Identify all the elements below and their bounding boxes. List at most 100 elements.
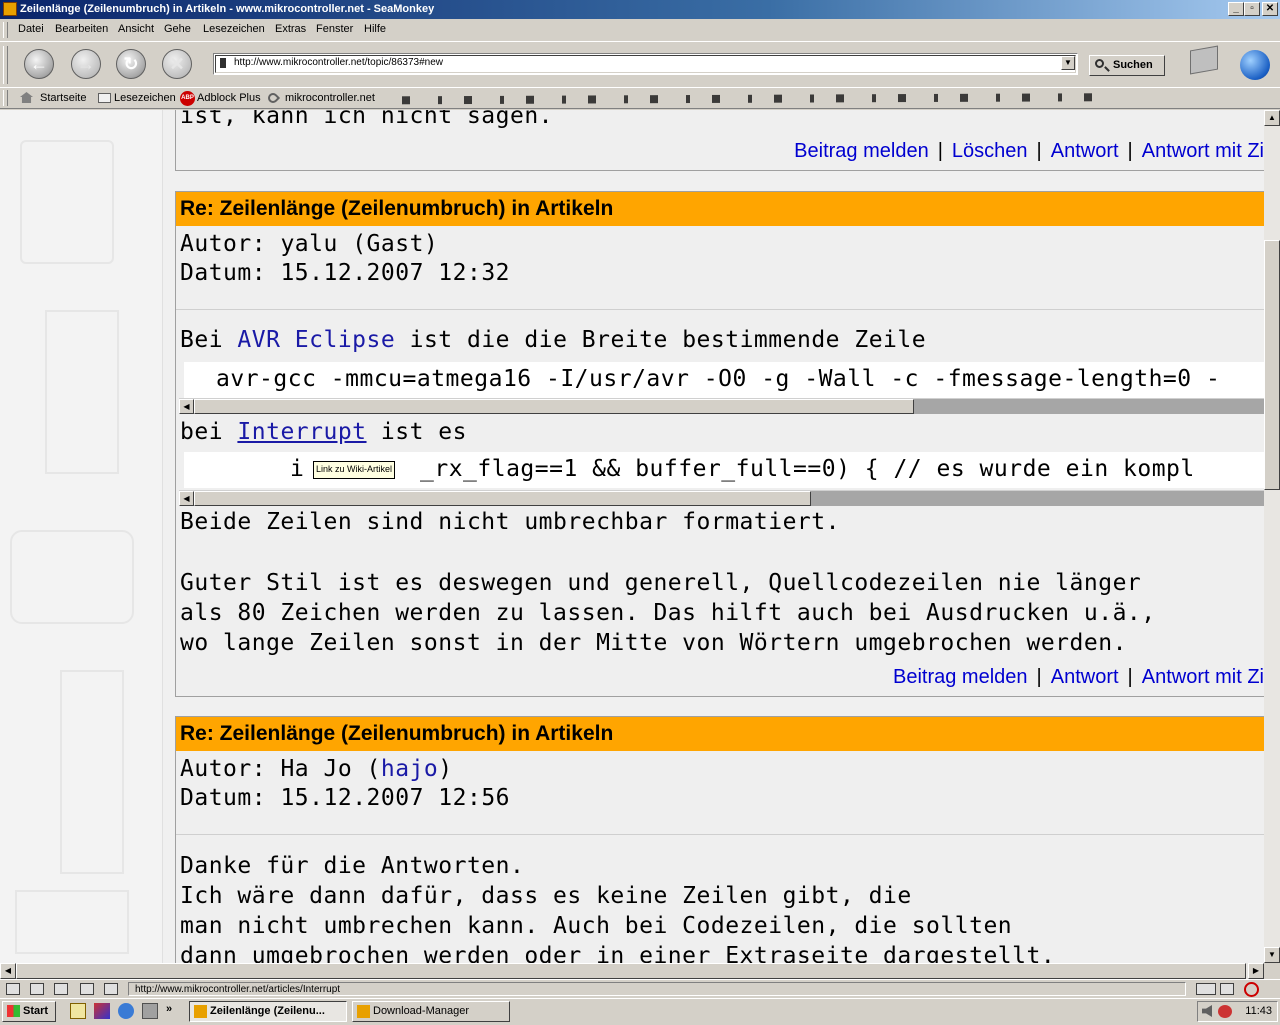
post-date: 15.12.2007 12:32 (280, 260, 511, 286)
vertical-scroll-thumb[interactable] (1264, 240, 1280, 490)
scroll-up-arrow-icon[interactable]: ▲ (1264, 110, 1280, 126)
url-dropdown-button[interactable]: ▼ (1061, 56, 1075, 70)
report-link[interactable]: Beitrag melden (794, 140, 929, 162)
print-icon[interactable] (1190, 45, 1218, 75)
scroll-left-arrow-icon[interactable]: ◀ (179, 491, 194, 506)
site-favicon-icon (220, 58, 226, 68)
text-line: Danke für die Antworten. (180, 853, 525, 879)
menu-ansicht[interactable]: Ansicht (118, 23, 154, 35)
quicklaunch-app-icon[interactable] (94, 1003, 110, 1019)
composer-icon[interactable] (80, 983, 94, 995)
window-title-bar[interactable]: Zeilenlänge (Zeilenumbruch) in Artikeln … (0, 0, 1280, 19)
scroll-thumb[interactable] (194, 491, 811, 506)
popup-blocked-icon[interactable] (1244, 982, 1259, 997)
online-status-icon[interactable] (1196, 983, 1216, 995)
stop-button[interactable]: ✕ (162, 49, 192, 79)
paragraph-2: bei Interrupt ist es (180, 418, 467, 447)
code-line-2b: _rx_flag==1 && buffer_full==0) { // es w… (420, 456, 1195, 482)
menu-hilfe[interactable]: Hilfe (364, 23, 386, 35)
minimize-button[interactable]: _ (1228, 2, 1244, 16)
forward-button[interactable]: → (71, 49, 101, 79)
code-scrollbar-2[interactable]: ◀ (179, 490, 1264, 506)
quicklaunch-desktop-icon[interactable] (142, 1003, 158, 1019)
scroll-left-arrow-icon[interactable]: ◀ (0, 963, 16, 979)
link-tooltip: Link zu Wiki-Artikel (313, 461, 396, 479)
code-line-2a: i (290, 456, 305, 482)
home-icon (20, 92, 33, 103)
scroll-track[interactable] (914, 399, 1264, 414)
text-line: man nicht umbrechen kann. Auch bei Codez… (180, 913, 1013, 939)
task-label: Zeilenlänge (Zeilenu... (210, 1005, 325, 1017)
menu-bearbeiten[interactable]: Bearbeiten (55, 23, 108, 35)
reply-quote-link[interactable]: Antwort mit Zi (1142, 140, 1264, 162)
seamonkey-throbber-icon[interactable] (1240, 50, 1270, 80)
post-meta: Autor: yalu (Gast) Datum: 15.12.2007 12:… (176, 226, 1264, 288)
close-button[interactable]: ✕ (1262, 2, 1278, 16)
scroll-right-arrow-icon[interactable]: ▶ (1248, 963, 1264, 979)
toolbar-grip (3, 46, 8, 84)
addressbook-icon[interactable] (104, 983, 118, 995)
quicklaunch-more-icon[interactable]: » (166, 1003, 172, 1015)
menu-gehe[interactable]: Gehe (164, 23, 191, 35)
post-actions: Beitrag melden | Antwort | Antwort mit Zi (893, 666, 1264, 688)
date-label: Datum: (180, 785, 267, 811)
back-button[interactable]: ← (24, 49, 54, 79)
security-lock-icon[interactable] (1220, 983, 1234, 995)
date-label: Datum: (180, 260, 267, 286)
post-yalu: Re: Zeilenlänge (Zeilenumbruch) in Artik… (175, 191, 1264, 697)
interrupt-link[interactable]: Interrupt (237, 419, 366, 445)
tray-app-icon[interactable] (1218, 1005, 1232, 1018)
scroll-down-arrow-icon[interactable]: ▼ (1264, 947, 1280, 963)
scroll-track[interactable] (811, 491, 1264, 506)
system-tray: 11:43 (1197, 1001, 1278, 1022)
search-button[interactable]: Suchen (1089, 55, 1165, 76)
code-block-1[interactable]: avr-gcc -mmcu=atmega16 -I/usr/avr -O0 -g… (184, 362, 1264, 398)
bookmark-adblock-plus[interactable]: Adblock Plus (197, 92, 261, 104)
scroll-left-arrow-icon[interactable]: ◀ (179, 399, 194, 414)
quicklaunch-editor-icon[interactable] (70, 1003, 86, 1019)
scroll-thumb[interactable] (194, 399, 914, 414)
quicklaunch-ie-icon[interactable] (118, 1003, 134, 1019)
menu-fenster[interactable]: Fenster (316, 23, 353, 35)
volume-icon[interactable] (1202, 1005, 1212, 1017)
horizontal-scrollbar[interactable]: ◀ ▶ (0, 963, 1264, 979)
url-value[interactable]: http://www.mikrocontroller.net/topic/863… (234, 57, 443, 68)
chat-icon[interactable] (54, 983, 68, 995)
task-browser[interactable]: Zeilenlänge (Zeilenu... (189, 1001, 347, 1022)
delete-link[interactable]: Löschen (952, 140, 1028, 162)
menu-extras[interactable]: Extras (275, 23, 306, 35)
start-button[interactable]: Start (2, 1001, 56, 1022)
post-actions: Beitrag melden | Löschen | Antwort | Antwort m… (794, 140, 1264, 162)
reply-link[interactable]: Antwort (1051, 666, 1119, 688)
menu-datei[interactable]: Datei (18, 23, 44, 35)
status-bar: http://www.mikrocontroller.net/articles/… (0, 979, 1280, 999)
author-prefix: Ha Jo ( (280, 756, 381, 782)
bookmark-startseite[interactable]: Startseite (40, 92, 86, 104)
navigator-icon[interactable] (6, 983, 20, 995)
bookmarks-separator-glyphs (380, 93, 1100, 105)
author-link[interactable]: hajo (381, 756, 438, 782)
task-download-manager[interactable]: Download-Manager (352, 1001, 510, 1022)
maximize-button[interactable]: ▫ (1244, 2, 1260, 16)
post-author: yalu (Gast) (280, 231, 439, 257)
report-link[interactable]: Beitrag melden (893, 666, 1028, 688)
vertical-scrollbar[interactable]: ▲ ▼ (1264, 110, 1280, 963)
reply-quote-link[interactable]: Antwort mit Zi (1142, 666, 1264, 688)
bookmark-mikrocontroller[interactable]: mikrocontroller.net (285, 92, 375, 104)
page-content[interactable]: ist, kann ich nicht sagen. Beitrag melde… (0, 110, 1264, 963)
horizontal-scroll-thumb[interactable] (16, 963, 1246, 979)
avr-eclipse-link[interactable]: AVR Eclipse (237, 327, 395, 353)
bookmark-lesezeichen[interactable]: Lesezeichen (114, 92, 176, 104)
text-line: Guter Stil ist es deswegen und generell,… (180, 570, 1142, 596)
text-line: als 80 Zeichen werden zu lassen. Das hil… (180, 600, 1156, 626)
url-field[interactable]: http://www.mikrocontroller.net/topic/863… (213, 53, 1078, 75)
reload-button[interactable]: ↻ (116, 49, 146, 79)
app-icon (3, 2, 17, 16)
post-date: 15.12.2007 12:56 (280, 785, 511, 811)
reply-link[interactable]: Antwort (1051, 140, 1119, 162)
mail-icon[interactable] (30, 983, 44, 995)
menu-lesezeichen[interactable]: Lesezeichen (203, 23, 265, 35)
clock[interactable]: 11:43 (1245, 1005, 1272, 1017)
windows-logo-icon (7, 1005, 20, 1017)
code-scrollbar-1[interactable]: ◀ (179, 398, 1264, 414)
